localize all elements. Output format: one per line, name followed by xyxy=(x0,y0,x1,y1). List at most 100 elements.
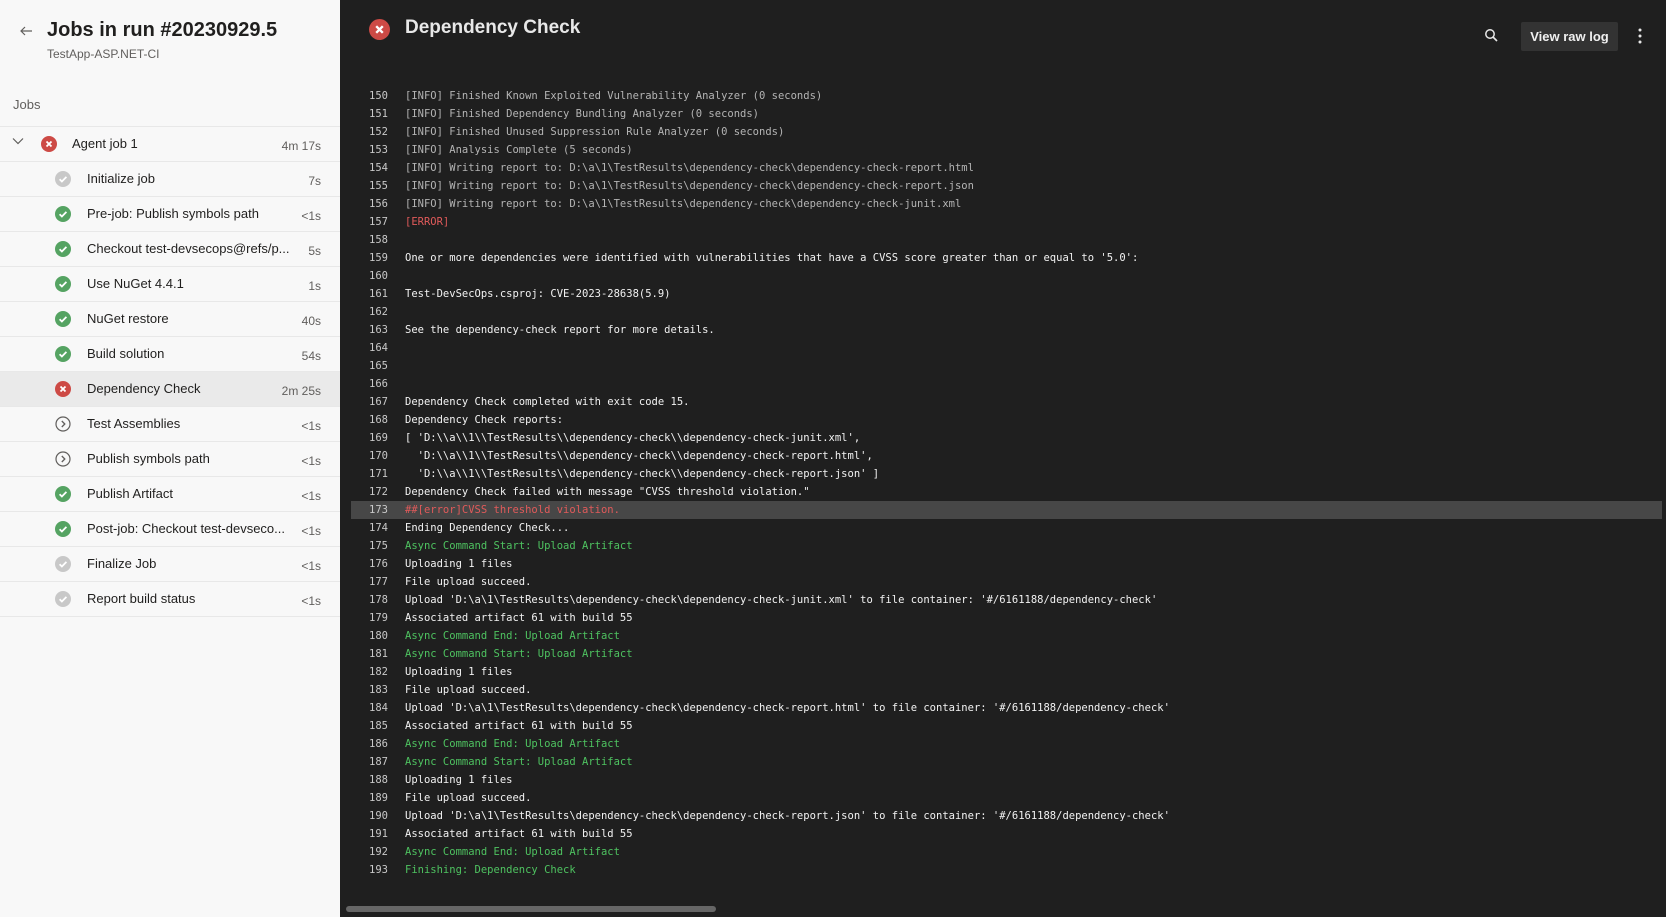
log-line[interactable]: 186 Async Command End: Upload Artifact xyxy=(340,735,1666,753)
line-number[interactable]: 184 xyxy=(352,699,388,717)
line-number[interactable]: 179 xyxy=(352,609,388,627)
step-row[interactable]: Checkout test-devsecops@refs/p... 5s xyxy=(0,231,340,266)
log-line[interactable]: 179 Associated artifact 61 with build 55 xyxy=(340,609,1666,627)
step-row[interactable]: Initialize job 7s xyxy=(0,161,340,196)
step-row[interactable]: Pre-job: Publish symbols path <1s xyxy=(0,196,340,231)
line-number[interactable]: 154 xyxy=(352,159,388,177)
line-number[interactable]: 193 xyxy=(352,861,388,879)
line-number[interactable]: 167 xyxy=(352,393,388,411)
log-line[interactable]: 162 xyxy=(340,303,1666,321)
log-line[interactable]: 165 xyxy=(340,357,1666,375)
step-row[interactable]: Publish Artifact <1s xyxy=(0,476,340,511)
line-number[interactable]: 185 xyxy=(352,717,388,735)
line-number[interactable]: 175 xyxy=(352,537,388,555)
log-line[interactable]: 161 Test-DevSecOps.csproj: CVE-2023-28638… xyxy=(340,285,1666,303)
log-line[interactable]: 158 xyxy=(340,231,1666,249)
step-row[interactable]: Post-job: Checkout test-devseco... <1s xyxy=(0,511,340,546)
line-number[interactable]: 156 xyxy=(352,195,388,213)
line-number[interactable]: 161 xyxy=(352,285,388,303)
line-number[interactable]: 192 xyxy=(352,843,388,861)
log-line[interactable]: 180 Async Command End: Upload Artifact xyxy=(340,627,1666,645)
line-number[interactable]: 151 xyxy=(352,105,388,123)
line-number[interactable]: 159 xyxy=(352,249,388,267)
search-button[interactable] xyxy=(1482,26,1502,46)
line-number[interactable]: 191 xyxy=(352,825,388,843)
step-row[interactable]: Use NuGet 4.4.1 1s xyxy=(0,266,340,301)
log-line[interactable]: 154 [INFO] Writing report to: D:\a\1\Test… xyxy=(340,159,1666,177)
line-number[interactable]: 180 xyxy=(352,627,388,645)
log-line[interactable]: 189 File upload succeed. xyxy=(340,789,1666,807)
step-row[interactable]: Test Assemblies <1s xyxy=(0,406,340,441)
log-line[interactable]: 182 Uploading 1 files xyxy=(340,663,1666,681)
log-line[interactable]: 192 Async Command End: Upload Artifact xyxy=(340,843,1666,861)
line-number[interactable]: 158 xyxy=(352,231,388,249)
log-line[interactable]: 181 Async Command Start: Upload Artifact xyxy=(340,645,1666,663)
log-line[interactable]: 177 File upload succeed. xyxy=(340,573,1666,591)
log-line[interactable]: 164 xyxy=(340,339,1666,357)
log-line[interactable]: 152 [INFO] Finished Unused Suppression Ru… xyxy=(340,123,1666,141)
job-row-agent-job-1[interactable]: Agent job 1 4m 17s xyxy=(0,126,340,161)
line-number[interactable]: 174 xyxy=(352,519,388,537)
step-row[interactable]: NuGet restore 40s xyxy=(0,301,340,336)
line-number[interactable]: 190 xyxy=(352,807,388,825)
log-line[interactable]: 168 Dependency Check reports: xyxy=(340,411,1666,429)
line-number[interactable]: 177 xyxy=(352,573,388,591)
log-line[interactable]: 193 Finishing: Dependency Check xyxy=(340,861,1666,879)
line-number[interactable]: 168 xyxy=(352,411,388,429)
step-row[interactable]: Report build status <1s xyxy=(0,581,340,616)
log-line[interactable]: 150 [INFO] Finished Known Exploited Vulne… xyxy=(340,87,1666,105)
line-number[interactable]: 189 xyxy=(352,789,388,807)
step-row[interactable]: Finalize Job <1s xyxy=(0,546,340,581)
line-number[interactable]: 181 xyxy=(352,645,388,663)
line-number[interactable]: 160 xyxy=(352,267,388,285)
log-line[interactable]: 153 [INFO] Analysis Complete (5 seconds) xyxy=(340,141,1666,159)
log-line-highlighted[interactable]: 173 ##[error]CVSS threshold violation. xyxy=(351,501,1662,519)
horizontal-scrollbar[interactable] xyxy=(346,906,716,912)
log-line[interactable]: 157 [ERROR] xyxy=(340,213,1666,231)
log-line[interactable]: 160 xyxy=(340,267,1666,285)
line-number[interactable]: 165 xyxy=(352,357,388,375)
line-number[interactable]: 162 xyxy=(352,303,388,321)
log-line[interactable]: 184 Upload 'D:\a\1\TestResults\dependency… xyxy=(340,699,1666,717)
line-number[interactable]: 166 xyxy=(352,375,388,393)
log-line[interactable]: 188 Uploading 1 files xyxy=(340,771,1666,789)
line-number[interactable]: 150 xyxy=(352,87,388,105)
line-number[interactable]: 173 xyxy=(352,501,388,519)
log-line[interactable]: 174 Ending Dependency Check... xyxy=(340,519,1666,537)
line-number[interactable]: 163 xyxy=(352,321,388,339)
line-number[interactable]: 188 xyxy=(352,771,388,789)
line-number[interactable]: 152 xyxy=(352,123,388,141)
log-line[interactable]: 169 [ 'D:\\a\\1\\TestResults\\dependency-… xyxy=(340,429,1666,447)
log-line[interactable]: 170 'D:\\a\\1\\TestResults\\dependency-c… xyxy=(340,447,1666,465)
log-line[interactable]: 151 [INFO] Finished Dependency Bundling A… xyxy=(340,105,1666,123)
line-number[interactable]: 153 xyxy=(352,141,388,159)
line-number[interactable]: 155 xyxy=(352,177,388,195)
view-raw-log-button[interactable]: View raw log xyxy=(1521,22,1618,51)
step-row[interactable]: Dependency Check 2m 25s xyxy=(0,371,340,406)
more-options-button[interactable] xyxy=(1632,25,1648,47)
line-number[interactable]: 187 xyxy=(352,753,388,771)
log-line[interactable]: 178 Upload 'D:\a\1\TestResults\dependency… xyxy=(340,591,1666,609)
log-line[interactable]: 172 Dependency Check failed with message … xyxy=(340,483,1666,501)
log-line[interactable]: 187 Async Command Start: Upload Artifact xyxy=(340,753,1666,771)
line-number[interactable]: 172 xyxy=(352,483,388,501)
log-line[interactable]: 155 [INFO] Writing report to: D:\a\1\Test… xyxy=(340,177,1666,195)
line-number[interactable]: 178 xyxy=(352,591,388,609)
line-number[interactable]: 183 xyxy=(352,681,388,699)
line-number[interactable]: 176 xyxy=(352,555,388,573)
log-line[interactable]: 163 See the dependency-check report for m… xyxy=(340,321,1666,339)
log-line[interactable]: 190 Upload 'D:\a\1\TestResults\dependency… xyxy=(340,807,1666,825)
step-row[interactable]: Publish symbols path <1s xyxy=(0,441,340,476)
back-button[interactable] xyxy=(16,24,36,44)
log-line[interactable]: 171 'D:\\a\\1\\TestResults\\dependency-c… xyxy=(340,465,1666,483)
line-number[interactable]: 164 xyxy=(352,339,388,357)
line-number[interactable]: 182 xyxy=(352,663,388,681)
line-number[interactable]: 171 xyxy=(352,465,388,483)
line-number[interactable]: 170 xyxy=(352,447,388,465)
step-row[interactable]: Build solution 54s xyxy=(0,336,340,371)
log-line[interactable]: 175 Async Command Start: Upload Artifact xyxy=(340,537,1666,555)
chevron-down-icon[interactable] xyxy=(12,135,26,149)
line-number[interactable]: 186 xyxy=(352,735,388,753)
log-line[interactable]: 183 File upload succeed. xyxy=(340,681,1666,699)
log-line[interactable]: 167 Dependency Check completed with exit … xyxy=(340,393,1666,411)
